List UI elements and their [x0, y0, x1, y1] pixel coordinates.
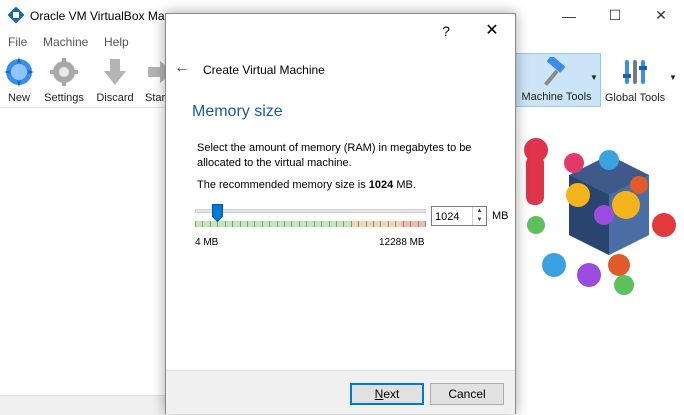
slider-tick — [403, 221, 404, 227]
maximize-icon: ☐ — [608, 7, 622, 23]
slider-tick — [254, 221, 255, 227]
back-arrow-icon: ← — [174, 59, 190, 76]
dialog-title: Create Virtual Machine — [203, 63, 325, 77]
slider-tick — [202, 221, 203, 227]
slider-tick — [321, 221, 322, 227]
new-icon — [4, 57, 34, 87]
recommended-value: 1024 — [368, 179, 394, 191]
slider-tick — [262, 221, 263, 227]
cancel-button[interactable]: Cancel — [430, 383, 504, 405]
memory-input[interactable] — [435, 209, 471, 224]
slider-tick — [366, 221, 367, 227]
help-button[interactable]: ? — [434, 20, 458, 42]
dialog-close-button[interactable]: ✕ — [479, 20, 505, 42]
chevron-down-icon: ▼ — [669, 73, 677, 82]
welcome-pane — [514, 107, 684, 415]
global-tools-label: Global Tools — [604, 92, 666, 104]
slider-tick — [195, 221, 196, 227]
discard-label: Discard — [96, 92, 134, 104]
slider-ticks — [195, 221, 426, 227]
maximize-button[interactable]: ☐ — [592, 0, 638, 31]
slider-max-label: 12288 MB — [379, 237, 425, 248]
slider-tick — [329, 221, 330, 227]
slider-tick — [269, 221, 270, 227]
machine-tools-label: Machine Tools — [521, 91, 592, 103]
back-button[interactable]: ← — [174, 59, 192, 77]
slider-tick — [343, 221, 344, 227]
minimize-button[interactable]: — — [546, 0, 592, 31]
start-label: Star — [145, 92, 166, 104]
hammer-icon — [544, 57, 566, 86]
close-icon: ✕ — [655, 7, 667, 23]
recommended-prefix: The recommended memory size is — [197, 179, 369, 191]
menu-file[interactable]: File — [8, 35, 27, 49]
slider-min-label: 4 MB — [195, 237, 219, 248]
slider-tick — [225, 221, 226, 227]
slider-tick — [410, 221, 411, 227]
page-description: Select the amount of memory (RAM) in meg… — [197, 142, 472, 169]
recommended-suffix: MB. — [393, 179, 416, 191]
slider-tick — [395, 221, 396, 227]
next-label: ext — [383, 387, 400, 401]
slider-tick — [284, 221, 285, 227]
memory-slider[interactable] — [195, 204, 426, 234]
create-vm-dialog: ? ✕ ← Create Virtual Machine Memory size… — [165, 13, 516, 414]
memory-unit-label: MB — [492, 210, 509, 222]
new-label: New — [7, 92, 30, 104]
slider-tick — [306, 221, 307, 227]
menu-help[interactable]: Help — [104, 35, 129, 49]
recommended-memory-text: The recommended memory size is 1024 MB. — [197, 179, 416, 191]
slider-tick — [314, 221, 315, 227]
slider-tick — [247, 221, 248, 227]
spin-down-button[interactable]: ▼ — [473, 216, 486, 225]
slider-tick — [358, 221, 359, 227]
settings-label: Settings — [44, 92, 84, 104]
page-heading: Memory size — [192, 103, 283, 120]
start-arrow-icon — [148, 61, 167, 83]
slider-tick — [380, 221, 381, 227]
slider-tick — [336, 221, 337, 227]
slider-tick — [425, 221, 426, 227]
slider-tick — [232, 221, 233, 227]
dialog-footer: Next Cancel — [166, 370, 515, 414]
global-tools-button[interactable]: Global Tools — [604, 53, 666, 107]
discard-arrow-icon — [104, 59, 126, 85]
spin-buttons: ▲ ▼ — [472, 207, 486, 225]
slider-thumb[interactable] — [212, 204, 223, 222]
slider-tick — [373, 221, 374, 227]
menu-machine[interactable]: Machine — [43, 35, 88, 49]
machine-tools-button[interactable]: Machine Tools — [512, 53, 601, 107]
welcome-illustration-icon — [524, 138, 676, 295]
minimize-icon: — — [562, 7, 576, 24]
window-title: Oracle VM VirtualBox Ma — [30, 9, 165, 23]
global-tools-icon — [623, 60, 647, 84]
slider-tick — [388, 221, 389, 227]
horizontal-scrollbar[interactable] — [0, 395, 166, 415]
vm-list-pane[interactable] — [0, 107, 166, 415]
slider-track — [195, 209, 426, 213]
slider-tick — [351, 221, 352, 227]
start-button[interactable]: Star — [141, 53, 167, 107]
global-tools-dropdown[interactable]: ▼ — [666, 53, 680, 107]
next-button[interactable]: Next — [350, 383, 424, 405]
close-icon: ✕ — [485, 22, 499, 39]
new-button[interactable]: New — [2, 53, 36, 107]
slider-tick — [277, 221, 278, 227]
settings-button[interactable]: Settings — [40, 53, 88, 107]
close-window-button[interactable]: ✕ — [638, 0, 684, 31]
slider-tick — [299, 221, 300, 227]
slider-tick — [291, 221, 292, 227]
gear-icon — [50, 58, 78, 86]
slider-tick — [240, 221, 241, 227]
discard-button[interactable]: Discard — [93, 53, 137, 107]
virtualbox-logo-icon — [8, 7, 24, 23]
machine-tools-dropdown[interactable]: ▼ — [589, 53, 601, 107]
slider-tick — [210, 221, 211, 227]
help-icon: ? — [442, 23, 450, 39]
chevron-down-icon: ▼ — [590, 73, 598, 82]
memory-spinbox[interactable]: ▲ ▼ — [431, 206, 487, 226]
slider-tick — [418, 221, 419, 227]
spin-up-button[interactable]: ▲ — [473, 207, 486, 216]
